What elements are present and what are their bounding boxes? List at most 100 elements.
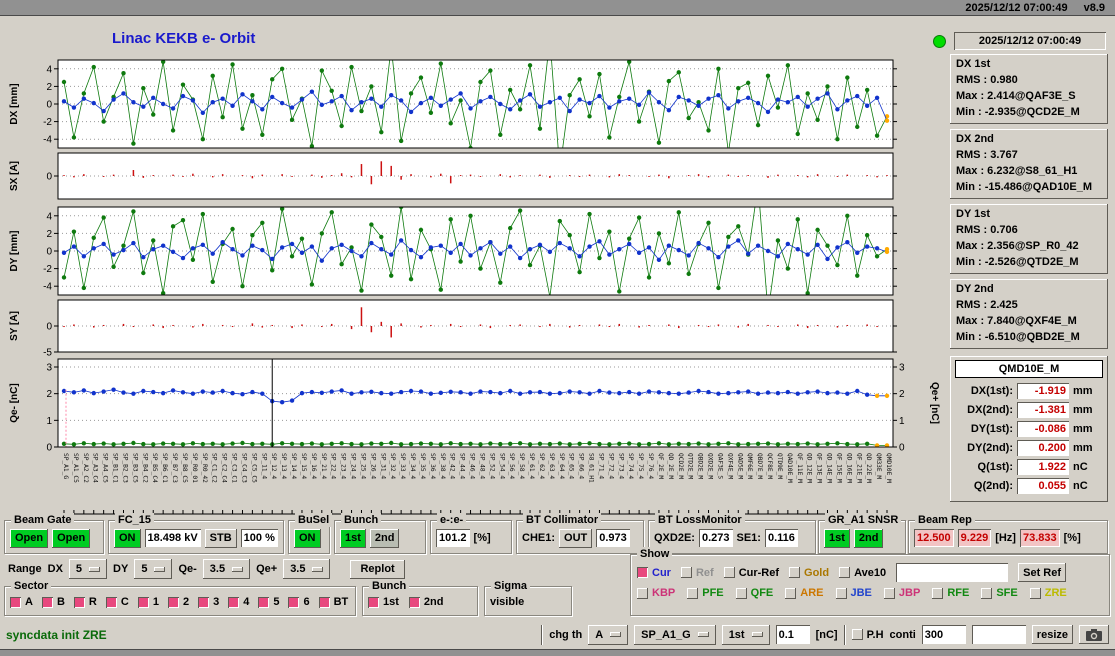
svg-text:QD_12E_M: QD_12E_M — [806, 453, 813, 483]
checkbox-indicator — [258, 596, 270, 608]
checkbox-indicator — [408, 596, 420, 608]
svg-text:QXD2E_M: QXD2E_M — [707, 453, 714, 479]
replot-button[interactable]: Replot — [350, 559, 405, 579]
option-menu-indicator — [697, 632, 709, 637]
svg-text:QTD9E_M: QTD9E_M — [776, 453, 783, 479]
sector-checkbox[interactable]: 2 — [167, 596, 189, 608]
aux-input[interactable] — [971, 625, 1026, 644]
show-checkbox[interactable]: Ave10 — [839, 567, 886, 579]
sector-checkbox[interactable]: R — [73, 596, 97, 608]
show-region-checkbox[interactable]: KBP — [637, 587, 675, 599]
gr-a1-2nd-button[interactable]: 2nd — [853, 528, 884, 548]
svg-text:QTD2E_M: QTD2E_M — [687, 453, 694, 479]
svg-text:SP_23_4: SP_23_4 — [340, 453, 347, 479]
checkbox-indicator — [368, 596, 379, 608]
fc15-stb-button[interactable]: STB — [204, 528, 237, 548]
show-region-checkbox[interactable]: RFE — [932, 587, 969, 599]
set-ref-button[interactable]: Set Ref — [1018, 563, 1067, 582]
stats-min: Min : -2.526@QTD2E_M — [956, 256, 1079, 268]
bunch-checkbox[interactable]: 1st — [368, 596, 399, 608]
show-region-checkbox[interactable]: QFE — [735, 587, 773, 599]
show-region-checkbox[interactable]: JBE — [835, 587, 872, 599]
checkbox-indicator — [839, 567, 851, 578]
show-checkbox[interactable]: Cur — [637, 567, 671, 579]
sigma-caption: Sigma — [491, 579, 531, 593]
show-region-checkbox[interactable]: SFE — [981, 587, 1018, 599]
bpm-select[interactable]: SP_A1_G — [634, 624, 716, 645]
bunch-2nd-button[interactable]: 2nd — [369, 528, 400, 548]
beam-gate-open-button-1[interactable]: Open — [10, 528, 49, 548]
range-qep-select[interactable]: 3.5 — [283, 559, 331, 579]
svg-text:SP_72_4: SP_72_4 — [607, 453, 614, 479]
count-input[interactable] — [921, 625, 966, 644]
bottom-strip — [0, 649, 1115, 656]
show-checkbox[interactable]: Cur-Ref — [723, 567, 779, 579]
sector-checkbox[interactable]: C — [105, 596, 129, 608]
snapshot-button[interactable] — [1079, 625, 1109, 644]
sector-checkbox[interactable]: 5 — [258, 596, 279, 608]
show-checkbox[interactable]: Ref — [680, 567, 714, 579]
sector-checkbox[interactable]: A — [10, 596, 33, 608]
checkbox-indicator — [785, 587, 797, 599]
che1-out-button[interactable]: OUT — [559, 528, 593, 548]
threshold-input[interactable] — [775, 625, 810, 644]
svg-text:SP_B3_C5: SP_B3_C5 — [131, 453, 138, 483]
sector-select[interactable]: A — [588, 624, 629, 645]
show-region-checkbox[interactable]: JBP — [883, 587, 920, 599]
sector-checkbox[interactable]: 4 — [228, 596, 249, 608]
show-checkbox[interactable]: Gold — [789, 567, 829, 579]
sector-checkbox[interactable]: B — [41, 596, 65, 608]
beam-gate-open-button-2[interactable]: Open — [52, 528, 91, 548]
svg-text:SP_11_4: SP_11_4 — [260, 453, 267, 479]
range-qem-select[interactable]: 3.5 — [202, 559, 251, 579]
monitor-row-label: DY(2nd): — [967, 441, 1013, 454]
sector-checkbox[interactable]: 3 — [198, 596, 219, 608]
svg-text:Qe+ [nC]: Qe+ [nC] — [929, 382, 940, 424]
busel-on-button[interactable]: ON — [294, 528, 321, 548]
beam-rep-pct-unit: [%] — [1063, 532, 1081, 544]
range-dy-select[interactable]: 5 — [134, 559, 173, 579]
fc15-on-button[interactable]: ON — [114, 528, 141, 548]
stats-max: Max : 2.356@SP_R0_42 — [956, 240, 1079, 252]
bt-lossmonitor-caption: BT LossMonitor — [655, 513, 745, 527]
show-region-checkbox[interactable]: PFE — [687, 587, 724, 599]
fc15-group: FC_15 ON 18.498 kV STB 100 % — [108, 513, 284, 554]
resize-button[interactable]: resize — [1031, 625, 1073, 644]
svg-text:QCD2E_M: QCD2E_M — [677, 453, 684, 479]
chg-th-label[interactable]: chg th — [549, 629, 582, 641]
sector-checkbox[interactable]: 1 — [137, 596, 159, 608]
top-titlebar: 2025/12/12 07:00:49 v8.9 — [0, 0, 1115, 16]
conti-label[interactable]: conti — [890, 629, 916, 641]
checkbox-indicator — [851, 629, 863, 640]
divider — [843, 624, 846, 645]
svg-text:SP_13_4: SP_13_4 — [280, 453, 287, 479]
monitor-row-value: 1.922 — [1017, 458, 1069, 475]
sigma-visible-toggle[interactable]: visible — [490, 596, 524, 608]
monitor-row: DX(2nd): -1.381 mm — [955, 400, 1103, 419]
range-dx-select[interactable]: 5 — [68, 559, 108, 579]
bunch-select-dropdown[interactable]: 1st — [721, 624, 770, 645]
status-message: syncdata init ZRE — [6, 627, 107, 642]
range-dy-value: 5 — [141, 563, 148, 575]
gr-a1-snsr-group: GR_A1 SNSR 1st 2nd — [818, 513, 906, 554]
gr-a1-1st-button[interactable]: 1st — [824, 528, 850, 548]
svg-text:SP_12_4: SP_12_4 — [270, 453, 277, 479]
svg-text:1: 1 — [46, 416, 52, 427]
sector-checkbox[interactable]: 6 — [288, 596, 310, 608]
svg-text:SP_A1_C5: SP_A1_C5 — [72, 453, 79, 483]
monitor-row-value: -1.919 — [1017, 382, 1069, 399]
svg-text:SP_B4_C2: SP_B4_C2 — [141, 453, 148, 483]
svg-text:SP_44_4: SP_44_4 — [459, 453, 466, 479]
ph-checkbox[interactable]: P.H — [851, 629, 884, 641]
monitor-row-unit: mm — [1073, 422, 1093, 435]
show-region-checkbox[interactable]: ZRE — [1029, 587, 1067, 599]
bunch-checkbox[interactable]: 2nd — [408, 596, 443, 608]
monitor-row-unit: nC — [1073, 460, 1088, 473]
sector-checkbox[interactable]: BT — [318, 596, 348, 608]
monitor-row: DX(1st): -1.919 mm — [955, 381, 1103, 400]
svg-text:QCF8E_M: QCF8E_M — [766, 453, 773, 479]
checkbox-indicator — [318, 596, 330, 608]
set-ref-input[interactable] — [896, 563, 1009, 582]
show-region-checkbox[interactable]: ARE — [785, 587, 824, 599]
bunch-1st-button[interactable]: 1st — [340, 528, 366, 548]
